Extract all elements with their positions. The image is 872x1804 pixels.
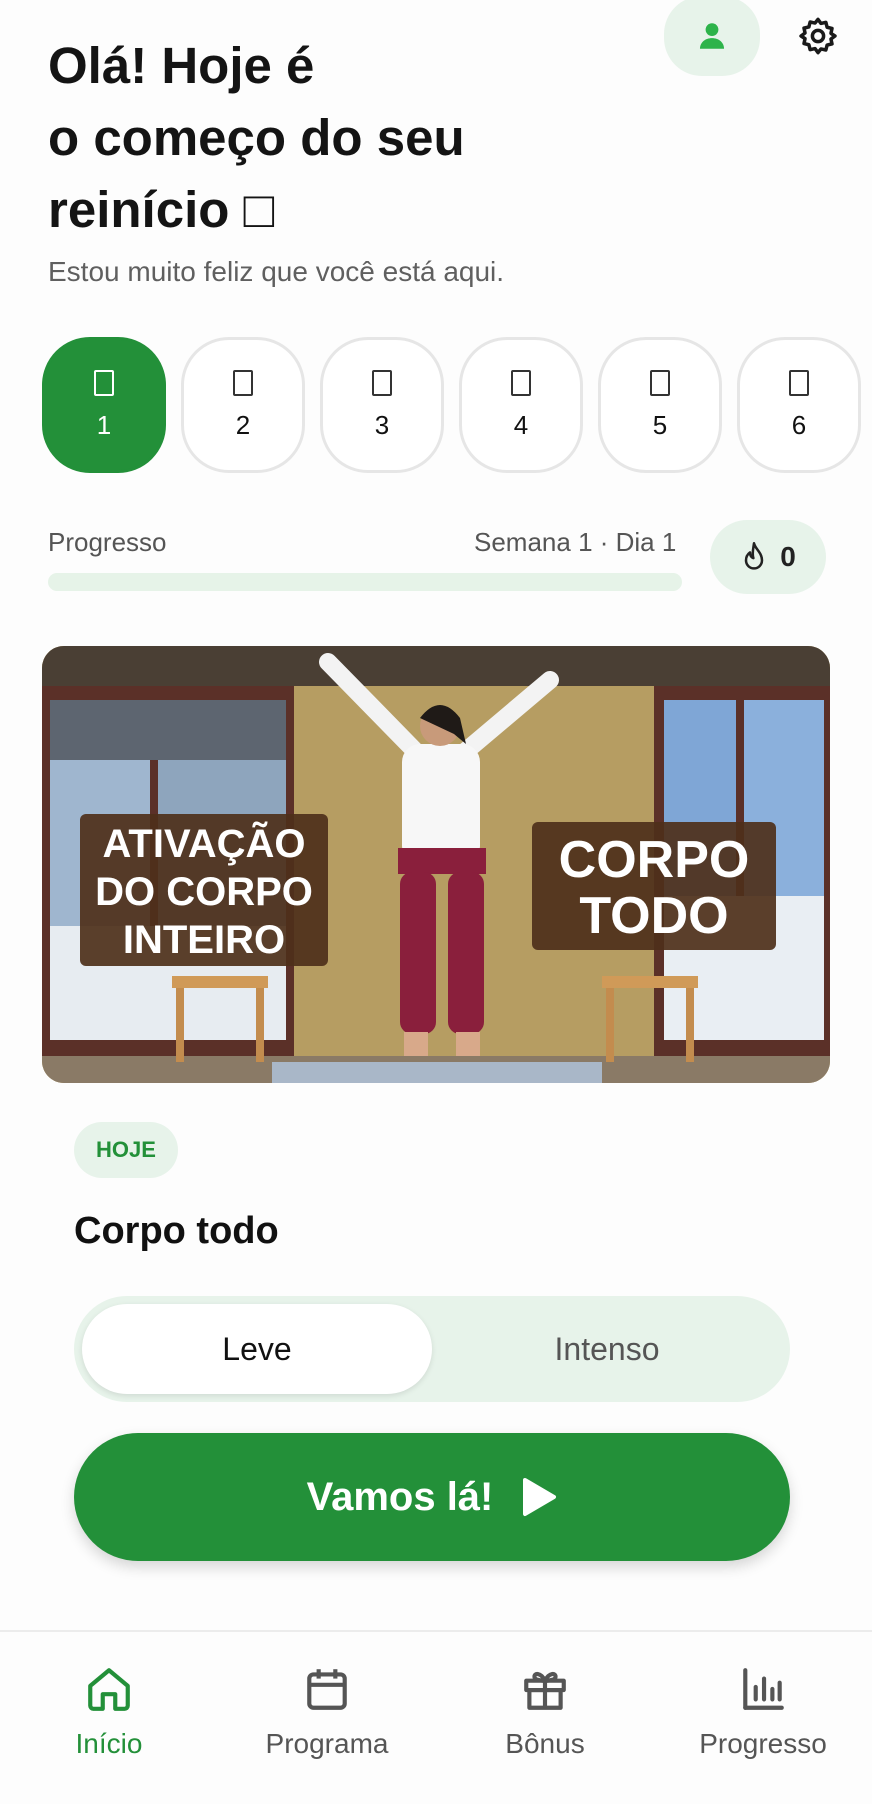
intensity-toggle: Leve Intenso xyxy=(74,1296,790,1402)
day-glyph-icon xyxy=(372,369,392,396)
nav-item-home[interactable]: Início xyxy=(0,1632,218,1804)
thumbnail-caption-right: CORPO TODO xyxy=(532,822,776,950)
day-number: 2 xyxy=(235,409,251,440)
day-selector: 1 2 3 4 5 6 xyxy=(42,337,861,473)
day-glyph-icon xyxy=(789,369,809,396)
title-line: reinício □ xyxy=(48,181,275,238)
thumbnail-caption-left: ATIVAÇÃO DO CORPO INTEIRO xyxy=(80,814,328,966)
day-glyph-icon xyxy=(511,369,531,396)
nav-label: Início xyxy=(75,1728,143,1759)
nav-label: Progresso xyxy=(699,1728,827,1759)
caption-line: INTEIRO xyxy=(122,918,286,962)
caption-line: CORPO xyxy=(558,831,750,889)
nav-item-program[interactable]: Programa xyxy=(218,1632,436,1804)
progress-bar xyxy=(48,573,682,591)
nav-label: Programa xyxy=(265,1728,389,1759)
day-chip-6[interactable]: 6 xyxy=(737,337,861,473)
play-icon xyxy=(523,1478,557,1516)
progress-label: Progresso xyxy=(48,527,167,557)
day-glyph-icon xyxy=(233,369,253,396)
flame-icon xyxy=(744,542,764,570)
day-number: 6 xyxy=(791,409,807,440)
nav-label: Bônus xyxy=(505,1728,585,1759)
title-line: o começo do seu xyxy=(48,109,465,166)
intensity-option-light[interactable]: Leve xyxy=(82,1304,432,1394)
day-number: 3 xyxy=(374,409,390,440)
bottom-navigation: Início Programa Bônus Progresso xyxy=(0,1630,872,1804)
workout-video-thumbnail[interactable]: ATIVAÇÃO DO CORPO INTEIRO CORPO TODO xyxy=(42,646,830,1083)
settings-button[interactable] xyxy=(794,12,842,60)
profile-button[interactable] xyxy=(664,0,760,76)
page-title: Olá! Hoje é o começo do seu reinício □ xyxy=(48,30,608,246)
streak-badge[interactable]: 0 xyxy=(710,520,826,594)
caption-line: DO CORPO xyxy=(95,870,313,914)
page-subtitle: Estou muito feliz que você está aqui. xyxy=(48,256,505,287)
day-chip-3[interactable]: 3 xyxy=(320,337,444,473)
day-glyph-icon xyxy=(94,369,114,396)
nav-item-progress[interactable]: Progresso xyxy=(654,1632,872,1804)
day-chip-4[interactable]: 4 xyxy=(459,337,583,473)
day-chip-1[interactable]: 1 xyxy=(42,337,166,473)
user-icon xyxy=(699,23,725,49)
nav-item-bonus[interactable]: Bônus xyxy=(436,1632,654,1804)
day-glyph-icon xyxy=(650,369,670,396)
calendar-icon xyxy=(307,1669,347,1710)
intensity-option-intense[interactable]: Intenso xyxy=(432,1304,782,1394)
day-number: 5 xyxy=(652,409,668,440)
home-icon xyxy=(88,1668,130,1711)
day-number: 4 xyxy=(513,409,529,440)
streak-count: 0 xyxy=(780,541,796,572)
today-badge: HOJE xyxy=(74,1122,178,1178)
start-workout-button[interactable]: Vamos lá! xyxy=(74,1433,790,1561)
week-day-label: Semana 1 · Dia 1 xyxy=(474,527,677,557)
gear-icon xyxy=(799,17,837,55)
day-chip-5[interactable]: 5 xyxy=(598,337,722,473)
bar-chart-icon xyxy=(743,1668,784,1710)
title-line: Olá! Hoje é xyxy=(48,37,315,94)
day-chip-2[interactable]: 2 xyxy=(181,337,305,473)
start-workout-label: Vamos lá! xyxy=(306,1474,494,1519)
home-screen: Olá! Hoje é o começo do seu reinício □ E… xyxy=(0,0,872,1804)
gift-icon xyxy=(524,1671,566,1710)
caption-line: ATIVAÇÃO xyxy=(102,822,306,866)
caption-line: TODO xyxy=(579,887,729,945)
workout-title: Corpo todo xyxy=(74,1210,279,1252)
day-number: 1 xyxy=(96,409,112,440)
